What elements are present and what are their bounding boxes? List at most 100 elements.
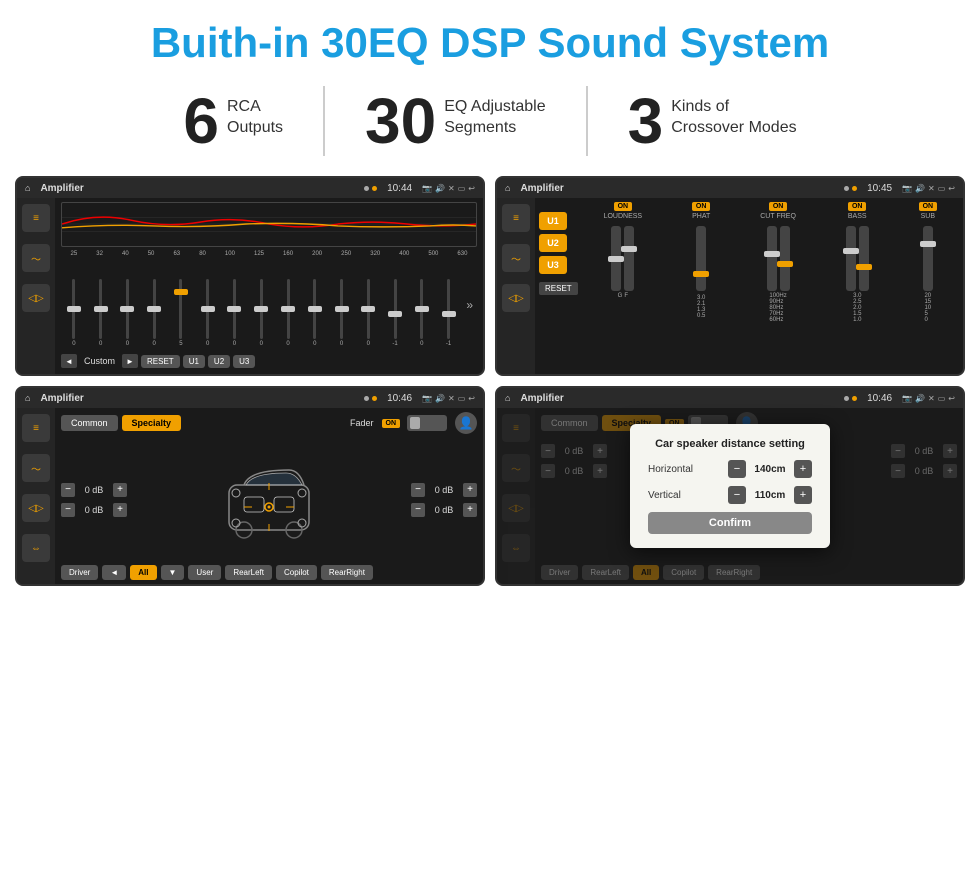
back-icon-3[interactable]: ↩: [468, 394, 475, 403]
cutfreq-label: CUT FREQ: [760, 213, 796, 220]
horizontal-minus-btn[interactable]: −: [728, 460, 746, 478]
x-icon-3: ✕: [448, 394, 455, 403]
preset-u3[interactable]: U3: [539, 256, 567, 274]
screen3-time: 10:46: [387, 393, 412, 404]
all-btn[interactable]: All: [130, 565, 156, 580]
expand-icon[interactable]: »: [466, 298, 473, 312]
home-icon-1[interactable]: ⌂: [25, 183, 30, 193]
sidebar-arrows-btn-3[interactable]: ⇔: [22, 534, 50, 562]
control-bass: ON BASS 3.02.52.01.: [846, 202, 869, 323]
db-minus-2[interactable]: −: [61, 503, 75, 517]
confirm-button[interactable]: Confirm: [648, 512, 812, 534]
u1-btn[interactable]: U1: [183, 355, 205, 368]
specialty-tab[interactable]: Specialty: [122, 415, 182, 431]
bass-slider-2[interactable]: [859, 226, 869, 291]
db-plus-3[interactable]: +: [463, 483, 477, 497]
sidebar-wave-btn[interactable]: 〜: [22, 244, 50, 272]
screen3-title: Amplifier: [40, 393, 358, 404]
sidebar-vol-btn-2[interactable]: ◁▷: [502, 284, 530, 312]
db-minus-3[interactable]: −: [411, 483, 425, 497]
preset-u2[interactable]: U2: [539, 234, 567, 252]
arrow-left-btn[interactable]: ◄: [102, 565, 126, 580]
u3-btn[interactable]: U3: [233, 355, 255, 368]
dialog-overlay: Car speaker distance setting Horizontal …: [497, 388, 963, 584]
loudness-slider-1[interactable]: [611, 226, 621, 291]
stat-rca-line1: RCA: [227, 97, 283, 118]
loudness-on[interactable]: ON: [614, 202, 633, 211]
db-value-1: 0 dB: [79, 485, 109, 495]
user-btn[interactable]: User: [188, 565, 221, 580]
stat-eq-line2: Segments: [444, 118, 545, 139]
stat-rca-number: 6: [183, 89, 219, 153]
volume-icon-1: 🔊: [435, 184, 445, 193]
rearleft-btn-3[interactable]: RearLeft: [225, 565, 272, 580]
db-minus-4[interactable]: −: [411, 503, 425, 517]
camera-icon-1: 📷: [422, 184, 432, 193]
back-icon-1[interactable]: ↩: [468, 184, 475, 193]
eq-slider-2: 0: [118, 279, 136, 347]
sub-slider-1[interactable]: [923, 226, 933, 291]
dot-4: [852, 186, 857, 191]
vertical-minus-btn[interactable]: −: [728, 486, 746, 504]
screens-grid: ⌂ Amplifier 10:44 📷 🔊 ✕ ▭ ↩ ≡ 〜 ◁▷: [0, 171, 980, 596]
db-minus-1[interactable]: −: [61, 483, 75, 497]
screen-amp2: ⌂ Amplifier 10:45 📷 🔊 ✕ ▭ ↩ ≡ 〜 ◁▷: [495, 176, 965, 376]
sidebar-wave-btn-3[interactable]: 〜: [22, 454, 50, 482]
amp2-reset-btn[interactable]: RESET: [539, 282, 578, 295]
volume-icon-3: 🔊: [435, 394, 445, 403]
rearright-btn-3[interactable]: RearRight: [321, 565, 373, 580]
bass-slider-1[interactable]: [846, 226, 856, 291]
driver-btn[interactable]: Driver: [61, 565, 98, 580]
home-icon-2[interactable]: ⌂: [505, 183, 510, 193]
eq-prev-btn[interactable]: ◄: [61, 354, 77, 368]
sidebar-vol-btn[interactable]: ◁▷: [22, 284, 50, 312]
sidebar-wave-btn-2[interactable]: 〜: [502, 244, 530, 272]
bass-on[interactable]: ON: [848, 202, 867, 211]
cutfreq-on[interactable]: ON: [769, 202, 788, 211]
fader-body: − 0 dB + − 0 dB +: [61, 438, 477, 561]
cutfreq-slider-1[interactable]: [767, 226, 777, 291]
sidebar-vol-btn-3[interactable]: ◁▷: [22, 494, 50, 522]
fader-slider-track[interactable]: [407, 415, 447, 431]
sidebar-eq-btn-3[interactable]: ≡: [22, 414, 50, 442]
cutfreq-slider-2[interactable]: [780, 226, 790, 291]
loudness-sliders: [611, 226, 634, 291]
db-plus-1[interactable]: +: [113, 483, 127, 497]
screen-fader: ⌂ Amplifier 10:46 📷 🔊 ✕ ▭ ↩ ≡ 〜 ◁▷ ⇔: [15, 386, 485, 586]
back-icon-2[interactable]: ↩: [948, 184, 955, 193]
eq-slider-7: 0: [252, 279, 270, 347]
screen2-time: 10:45: [867, 183, 892, 194]
eq-slider-4: 5: [172, 279, 190, 347]
screen2-title: Amplifier: [520, 183, 838, 194]
fader-slider-thumb[interactable]: [410, 417, 420, 429]
sidebar-eq-btn-2[interactable]: ≡: [502, 204, 530, 232]
db-plus-4[interactable]: +: [463, 503, 477, 517]
arrow-down-btn[interactable]: ▼: [161, 565, 185, 580]
screen3-icons: 📷 🔊 ✕ ▭ ↩: [422, 394, 475, 403]
control-loudness: ON LOUDNESS GF: [604, 202, 643, 299]
fader-on-badge[interactable]: ON: [382, 419, 401, 428]
eq-slider-1: 0: [92, 279, 110, 347]
screen2-sidebar: ≡ 〜 ◁▷: [497, 198, 535, 374]
db-row-4: − 0 dB +: [411, 503, 477, 517]
eq-slider-3: 0: [145, 279, 163, 347]
sidebar-eq-btn[interactable]: ≡: [22, 204, 50, 232]
db-plus-2[interactable]: +: [113, 503, 127, 517]
screen1-content: ≡ 〜 ◁▷: [17, 198, 483, 374]
horizontal-plus-btn[interactable]: +: [794, 460, 812, 478]
common-tab[interactable]: Common: [61, 415, 118, 431]
eq-sliders: 0 0 0 0 5: [61, 261, 477, 349]
home-icon-3[interactable]: ⌂: [25, 393, 30, 403]
phat-on[interactable]: ON: [692, 202, 711, 211]
copilot-btn[interactable]: Copilot: [276, 565, 317, 580]
vertical-plus-btn[interactable]: +: [794, 486, 812, 504]
reset-btn[interactable]: RESET: [141, 355, 180, 368]
phat-slider-1[interactable]: [696, 226, 706, 291]
sub-on[interactable]: ON: [919, 202, 938, 211]
u2-btn[interactable]: U2: [208, 355, 230, 368]
loudness-slider-2[interactable]: [624, 226, 634, 291]
fader-tabs: Common Specialty Fader ON 👤: [61, 412, 477, 434]
stat-rca-line2: Outputs: [227, 118, 283, 139]
eq-next-btn[interactable]: ►: [122, 354, 138, 368]
preset-u1[interactable]: U1: [539, 212, 567, 230]
